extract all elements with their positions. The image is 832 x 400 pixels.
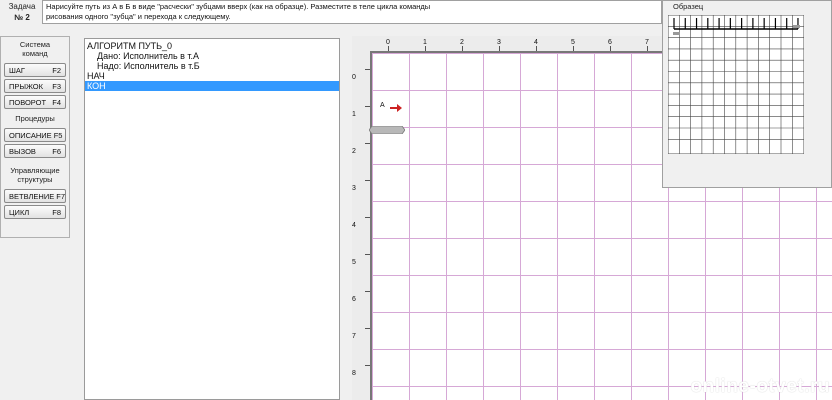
group-control-line-1: Управляющие bbox=[10, 166, 60, 175]
jump-button-label: ПРЫЖОК bbox=[9, 81, 43, 91]
x-tick-label: 6 bbox=[608, 39, 612, 46]
group-commands-line-2: команд bbox=[22, 49, 48, 58]
branch-button[interactable]: ВЕТВЛЕНИЕ F7 bbox=[4, 189, 66, 203]
branch-button-key: F7 bbox=[56, 191, 66, 201]
y-tick-label: 4 bbox=[352, 222, 356, 229]
sample-title: Образец bbox=[673, 2, 704, 11]
jump-button-key: F3 bbox=[52, 81, 61, 91]
branch-button-label: ВЕТВЛЕНИЕ bbox=[9, 191, 55, 201]
jump-button[interactable]: ПРЫЖОК F3 bbox=[4, 79, 66, 93]
y-tick-label: 3 bbox=[352, 185, 356, 192]
group-commands-line-1: Система bbox=[19, 40, 51, 49]
describe-button-key: F5 bbox=[53, 130, 63, 140]
start-platform bbox=[369, 126, 405, 134]
turn-button-label: ПОВОРОТ bbox=[9, 97, 47, 107]
task-number-label: Задача № 2 bbox=[4, 1, 40, 23]
step-button-key: F2 bbox=[52, 65, 61, 75]
task-number: № 2 bbox=[14, 13, 30, 22]
turn-button-key: F4 bbox=[52, 97, 61, 107]
group-control-line-2: структуры bbox=[17, 175, 53, 184]
task-description: Нарисуйте путь из А в Б в виде "расчески… bbox=[42, 0, 662, 24]
group-commands-heading: Система команд bbox=[1, 40, 69, 58]
loop-button-key: F8 bbox=[52, 207, 61, 217]
turn-button[interactable]: ПОВОРОТ F4 bbox=[4, 95, 66, 109]
control-buttons: ВЕТВЛЕНИЕ F7 ЦИКЛ F8 bbox=[1, 189, 69, 219]
agent-label: А bbox=[380, 102, 385, 109]
procedure-buttons: ОПИСАНИЕ F5 ВЫЗОВ F6 bbox=[1, 128, 69, 158]
task-label-text: Задача bbox=[8, 2, 36, 11]
y-tick-label: 7 bbox=[352, 333, 356, 340]
x-tick-label: 2 bbox=[460, 39, 464, 46]
y-tick-label: 0 bbox=[352, 74, 356, 81]
x-tick-label: 1 bbox=[423, 39, 427, 46]
sample-comb-drawing bbox=[668, 15, 804, 154]
call-button-label: ВЫЗОВ bbox=[9, 146, 36, 156]
command-panel: Система команд ШАГ F2 ПРЫЖОК F3 ПОВОРОТ F4 … bbox=[0, 36, 70, 238]
describe-button-label: ОПИСАНИЕ bbox=[9, 130, 52, 140]
step-button[interactable]: ШАГ F2 bbox=[4, 63, 66, 77]
editor-line-given[interactable]: Дано: Исполнитель в т.А bbox=[85, 51, 339, 61]
y-tick-label: 6 bbox=[352, 296, 356, 303]
algorithm-editor[interactable]: АЛГОРИТМ ПУТЬ_0 Дано: Исполнитель в т.А … bbox=[84, 38, 340, 400]
describe-button[interactable]: ОПИСАНИЕ F5 bbox=[4, 128, 66, 142]
editor-line-algorithm[interactable]: АЛГОРИТМ ПУТЬ_0 bbox=[85, 41, 339, 51]
call-button[interactable]: ВЫЗОВ F6 bbox=[4, 144, 66, 158]
x-tick-label: 3 bbox=[497, 39, 501, 46]
y-tick-label: 5 bbox=[352, 259, 356, 266]
x-tick-label: 0 bbox=[386, 39, 390, 46]
x-tick-label: 5 bbox=[571, 39, 575, 46]
call-button-key: F6 bbox=[52, 146, 61, 156]
arrow-right-icon bbox=[390, 104, 402, 112]
editor-line-end[interactable]: КОН bbox=[85, 81, 339, 91]
y-tick-label: 2 bbox=[352, 148, 356, 155]
x-tick-label: 4 bbox=[534, 39, 538, 46]
group-control-heading: Управляющие структуры bbox=[1, 166, 69, 184]
task-text-line-2: рисования одного "зубца" и перехода к сл… bbox=[46, 12, 231, 21]
loop-button[interactable]: ЦИКЛ F8 bbox=[4, 205, 66, 219]
x-tick-label: 7 bbox=[645, 39, 649, 46]
step-button-label: ШАГ bbox=[9, 65, 25, 75]
sample-window: Образец bbox=[662, 0, 832, 188]
group-procedures-heading: Процедуры bbox=[15, 114, 55, 123]
loop-button-label: ЦИКЛ bbox=[9, 207, 30, 217]
task-text-line-1: Нарисуйте путь из А в Б в виде "расчески… bbox=[46, 2, 431, 11]
editor-line-goal[interactable]: Надо: Исполнитель в т.Б bbox=[85, 61, 339, 71]
watermark: online-otvet.ru bbox=[690, 376, 830, 397]
y-tick-label: 1 bbox=[352, 111, 356, 118]
y-tick-label: 8 bbox=[352, 370, 356, 377]
commands-buttons: ШАГ F2 ПРЫЖОК F3 ПОВОРОТ F4 bbox=[1, 63, 69, 109]
editor-line-begin[interactable]: НАЧ bbox=[85, 71, 339, 81]
